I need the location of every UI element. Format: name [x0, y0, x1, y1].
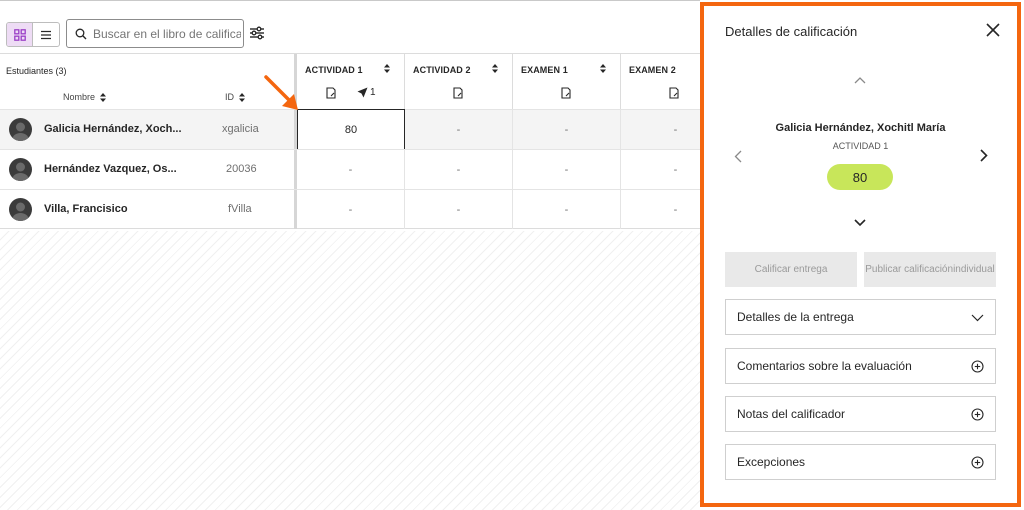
- grade-details-panel: Detalles de calificación Galicia Hernánd…: [700, 2, 1021, 507]
- user-icon: [12, 162, 29, 181]
- list-view-button[interactable]: [33, 23, 59, 46]
- grade-cell[interactable]: -: [621, 190, 700, 229]
- publish-label-line1: Publicar calificación: [865, 264, 954, 275]
- accordion-label: Detalles de la entrega: [737, 310, 854, 324]
- grid-view-icon: [13, 28, 26, 41]
- column-header-actividad-1[interactable]: ACTIVIDAD 1 1: [297, 54, 405, 110]
- student-cell[interactable]: Galicia Hernández, Xoch... xgalicia: [0, 110, 297, 149]
- annotation-arrow-icon: [264, 75, 298, 110]
- table-row: Hernández Vazquez, Os... 20036 - - - -: [0, 149, 700, 189]
- grade-pill[interactable]: 80: [827, 164, 893, 190]
- grade-cell-selected[interactable]: 80: [297, 109, 405, 150]
- chevron-left-icon[interactable]: [734, 150, 742, 163]
- table-row: Villa, Francisico fVilla - - - -: [0, 189, 700, 229]
- grade-cell[interactable]: -: [513, 190, 621, 229]
- column-header-examen-2[interactable]: EXAMEN 2: [621, 54, 700, 110]
- grid-view-button[interactable]: [7, 23, 34, 46]
- search-input[interactable]: [93, 26, 241, 41]
- sort-icon[interactable]: [492, 64, 498, 73]
- document-icon[interactable]: [326, 87, 336, 99]
- accordion-label: Comentarios sobre la evaluación: [737, 359, 912, 373]
- accordion-grader-notes[interactable]: Notas del calificador: [725, 396, 996, 432]
- plus-circle-icon: [971, 360, 984, 373]
- send-icon: [357, 87, 368, 98]
- user-icon: [12, 122, 29, 141]
- grade-cell[interactable]: -: [405, 110, 513, 149]
- accordion-label: Excepciones: [737, 455, 806, 469]
- top-divider: [0, 0, 700, 1]
- sort-icon[interactable]: [384, 64, 390, 73]
- close-icon[interactable]: [985, 22, 1001, 38]
- plus-circle-icon: [971, 456, 984, 469]
- accordion-exceptions[interactable]: Excepciones: [725, 444, 996, 480]
- selected-student-name: Galicia Hernández, Xochitl María: [775, 122, 946, 134]
- accordion-evaluation-comments[interactable]: Comentarios sobre la evaluación: [725, 348, 996, 384]
- sort-icon[interactable]: [600, 64, 606, 73]
- gradebook-grid: Estudiantes (3) Nombre ID ACTIVIDAD 1 1: [0, 53, 700, 229]
- sort-by-id-button[interactable]: ID: [225, 92, 245, 102]
- table-row: Galicia Hernández, Xoch... xgalicia 80 -…: [0, 109, 700, 150]
- name-sort-label: Nombre: [63, 92, 96, 102]
- selected-activity: ACTIVIDAD 1: [832, 141, 889, 151]
- accordion-label: Notas del calificador: [737, 407, 846, 421]
- student-name: Galicia Hernández, Xoch...: [44, 123, 182, 135]
- gradebook-screen: Estudiantes (3) Nombre ID ACTIVIDAD 1 1: [0, 0, 1024, 510]
- avatar: [9, 118, 32, 141]
- user-icon: [12, 202, 29, 221]
- students-header-cell: Estudiantes (3) Nombre ID: [0, 54, 297, 110]
- sent-count: 1: [370, 87, 376, 98]
- avatar: [9, 158, 32, 181]
- student-cell[interactable]: Hernández Vazquez, Os... 20036: [0, 150, 297, 189]
- student-id: 20036: [226, 163, 257, 175]
- sort-icon: [239, 92, 245, 102]
- submissions-sent[interactable]: 1: [357, 87, 376, 98]
- grade-cell[interactable]: -: [297, 150, 405, 189]
- document-icon[interactable]: [669, 87, 679, 99]
- chevron-up-icon[interactable]: [854, 76, 866, 84]
- column-header-examen-1[interactable]: EXAMEN 1: [513, 54, 621, 110]
- id-sort-label: ID: [225, 92, 234, 102]
- accordion-submission-details[interactable]: Detalles de la entrega: [725, 299, 996, 335]
- search-icon: [75, 28, 87, 39]
- grade-cell[interactable]: -: [513, 150, 621, 189]
- publish-label-line2: individual: [953, 264, 995, 275]
- column-title: EXAMEN 1: [521, 65, 568, 75]
- column-title: EXAMEN 2: [629, 65, 676, 75]
- grade-cell[interactable]: -: [513, 110, 621, 149]
- students-header: Estudiantes (3): [6, 66, 67, 76]
- list-view-icon: [41, 30, 51, 39]
- grade-cell[interactable]: -: [405, 150, 513, 189]
- student-name: Villa, Francisico: [44, 203, 128, 215]
- grid-header-row: Estudiantes (3) Nombre ID ACTIVIDAD 1 1: [0, 53, 700, 110]
- column-header-actividad-2[interactable]: ACTIVIDAD 2: [405, 54, 513, 110]
- publish-grade-button[interactable]: Publicar calificación individual: [864, 252, 996, 287]
- grade-cell[interactable]: -: [297, 190, 405, 229]
- document-icon[interactable]: [561, 87, 571, 99]
- chevron-down-icon: [971, 314, 984, 322]
- student-id: xgalicia: [222, 123, 259, 135]
- panel-title: Detalles de calificación: [725, 24, 858, 39]
- grade-cell[interactable]: -: [621, 110, 700, 149]
- document-icon[interactable]: [453, 87, 463, 99]
- student-id: fVilla: [228, 203, 252, 215]
- grade-cell[interactable]: -: [405, 190, 513, 229]
- student-name: Hernández Vazquez, Os...: [44, 163, 177, 175]
- filter-icon[interactable]: [249, 25, 265, 41]
- column-title: ACTIVIDAD 2: [413, 65, 471, 75]
- empty-area-pattern: [0, 231, 700, 510]
- grade-cell[interactable]: -: [621, 150, 700, 189]
- avatar: [9, 198, 32, 221]
- search-box: [66, 19, 244, 48]
- chevron-down-icon[interactable]: [854, 219, 866, 227]
- view-toggle: [6, 22, 60, 47]
- sort-icon: [100, 92, 107, 102]
- sort-by-name-button[interactable]: Nombre: [63, 92, 107, 102]
- grade-submission-button[interactable]: Calificar entrega: [725, 252, 857, 287]
- student-cell[interactable]: Villa, Francisico fVilla: [0, 190, 297, 229]
- plus-circle-icon: [971, 408, 984, 421]
- column-title: ACTIVIDAD 1: [305, 65, 363, 75]
